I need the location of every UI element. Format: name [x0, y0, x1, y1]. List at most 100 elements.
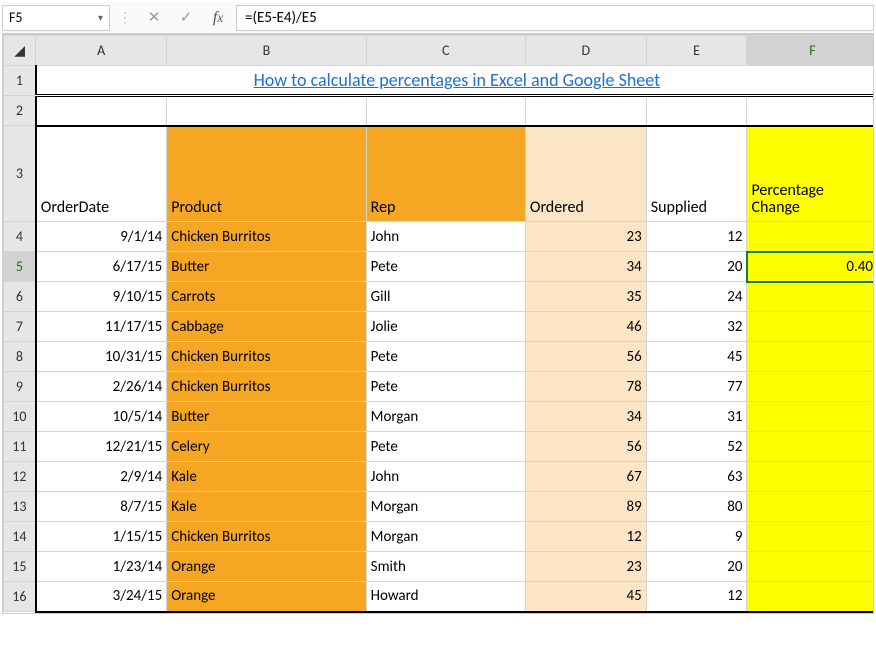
cell-B16[interactable]: Orange [167, 582, 366, 612]
cell-F11[interactable] [747, 432, 874, 462]
insert-function-icon[interactable]: fx [204, 6, 232, 30]
cell-E10[interactable]: 31 [646, 402, 747, 432]
cell-D10[interactable]: 34 [525, 402, 646, 432]
row-header-6[interactable]: 6 [4, 282, 36, 312]
row-header-9[interactable]: 9 [4, 372, 36, 402]
cell-A15[interactable]: 1/23/14 [36, 552, 167, 582]
cell-B14[interactable]: Chicken Burritos [167, 522, 366, 552]
row-header-15[interactable]: 15 [4, 552, 36, 582]
cell-B4[interactable]: Chicken Burritos [167, 222, 366, 252]
cell-A13[interactable]: 8/7/15 [36, 492, 167, 522]
row-header-10[interactable]: 10 [4, 402, 36, 432]
cell-F8[interactable] [747, 342, 874, 372]
cell-A11[interactable]: 12/21/15 [36, 432, 167, 462]
row-header-11[interactable]: 11 [4, 432, 36, 462]
row-header-12[interactable]: 12 [4, 462, 36, 492]
col-header-D[interactable]: D [525, 36, 646, 66]
cell-B7[interactable]: Cabbage [167, 312, 366, 342]
cell-D8[interactable]: 56 [525, 342, 646, 372]
cell-F2[interactable] [747, 96, 874, 126]
cell-D6[interactable]: 35 [525, 282, 646, 312]
cell-B6[interactable]: Carrots [167, 282, 366, 312]
cell-C14[interactable]: Morgan [366, 522, 525, 552]
cell-C5[interactable]: Pete [366, 252, 525, 282]
cell-D13[interactable]: 89 [525, 492, 646, 522]
cell-D7[interactable]: 46 [525, 312, 646, 342]
cell-B9[interactable]: Chicken Burritos [167, 372, 366, 402]
cell-A8[interactable]: 10/31/15 [36, 342, 167, 372]
cell-A16[interactable]: 3/24/15 [36, 582, 167, 612]
cell-A14[interactable]: 1/15/15 [36, 522, 167, 552]
cell-C7[interactable]: Jolie [366, 312, 525, 342]
cell-C16[interactable]: Howard [366, 582, 525, 612]
page-title[interactable]: How to calculate percentages in Excel an… [36, 66, 874, 96]
cell-A4[interactable]: 9/1/14 [36, 222, 167, 252]
col-header-C[interactable]: C [366, 36, 525, 66]
cell-E2[interactable] [646, 96, 747, 126]
row-header-4[interactable]: 4 [4, 222, 36, 252]
cell-F6[interactable] [747, 282, 874, 312]
row-header-5[interactable]: 5 [4, 252, 36, 282]
row-header-7[interactable]: 7 [4, 312, 36, 342]
header-orderdate[interactable]: OrderDate [36, 126, 167, 222]
cell-F15[interactable] [747, 552, 874, 582]
col-header-B[interactable]: B [167, 36, 366, 66]
cell-C6[interactable]: Gill [366, 282, 525, 312]
cell-E9[interactable]: 77 [646, 372, 747, 402]
cell-D5[interactable]: 34 [525, 252, 646, 282]
row-header-8[interactable]: 8 [4, 342, 36, 372]
cell-E13[interactable]: 80 [646, 492, 747, 522]
col-header-A[interactable]: A [36, 36, 167, 66]
select-all-corner[interactable]: ◢ [4, 36, 36, 66]
cell-E16[interactable]: 12 [646, 582, 747, 612]
cell-D4[interactable]: 23 [525, 222, 646, 252]
cell-B15[interactable]: Orange [167, 552, 366, 582]
cell-B11[interactable]: Celery [167, 432, 366, 462]
row-header-14[interactable]: 14 [4, 522, 36, 552]
cell-A7[interactable]: 11/17/15 [36, 312, 167, 342]
cell-F5[interactable]: 0.40 [747, 252, 874, 282]
row-header-13[interactable]: 13 [4, 492, 36, 522]
cell-E11[interactable]: 52 [646, 432, 747, 462]
cell-C12[interactable]: John [366, 462, 525, 492]
formula-input[interactable]: =(E5-E4)/E5 [236, 5, 874, 31]
cell-F9[interactable] [747, 372, 874, 402]
cell-C10[interactable]: Morgan [366, 402, 525, 432]
cell-D2[interactable] [525, 96, 646, 126]
cell-D9[interactable]: 78 [525, 372, 646, 402]
name-box-dropdown-icon[interactable]: ▾ [98, 11, 103, 24]
header-percentage-change[interactable]: Percentage Change [747, 126, 874, 222]
cell-F16[interactable] [747, 582, 874, 612]
header-supplied[interactable]: Supplied [646, 126, 747, 222]
cell-C15[interactable]: Smith [366, 552, 525, 582]
row-header-3[interactable]: 3 [4, 126, 36, 222]
cell-F13[interactable] [747, 492, 874, 522]
row-header-16[interactable]: 16 [4, 582, 36, 612]
cell-E12[interactable]: 63 [646, 462, 747, 492]
cell-C11[interactable]: Pete [366, 432, 525, 462]
header-ordered[interactable]: Ordered [525, 126, 646, 222]
cell-B13[interactable]: Kale [167, 492, 366, 522]
cancel-formula-icon[interactable]: ✕ [140, 6, 168, 30]
cell-D14[interactable]: 12 [525, 522, 646, 552]
header-rep[interactable]: Rep [366, 126, 525, 222]
cell-E4[interactable]: 12 [646, 222, 747, 252]
cell-A6[interactable]: 9/10/15 [36, 282, 167, 312]
cell-A5[interactable]: 6/17/15 [36, 252, 167, 282]
cell-E7[interactable]: 32 [646, 312, 747, 342]
cell-B8[interactable]: Chicken Burritos [167, 342, 366, 372]
cell-D16[interactable]: 45 [525, 582, 646, 612]
cell-F12[interactable] [747, 462, 874, 492]
cell-C13[interactable]: Morgan [366, 492, 525, 522]
cell-B10[interactable]: Butter [167, 402, 366, 432]
row-header-1[interactable]: 1 [4, 66, 36, 96]
cell-F14[interactable] [747, 522, 874, 552]
cell-B5[interactable]: Butter [167, 252, 366, 282]
cell-A2[interactable] [36, 96, 167, 126]
cell-D11[interactable]: 56 [525, 432, 646, 462]
cell-A12[interactable]: 2/9/14 [36, 462, 167, 492]
name-box[interactable]: F5 ▾ [2, 5, 110, 31]
header-product[interactable]: Product [167, 126, 366, 222]
cell-A9[interactable]: 2/26/14 [36, 372, 167, 402]
cell-C9[interactable]: Pete [366, 372, 525, 402]
